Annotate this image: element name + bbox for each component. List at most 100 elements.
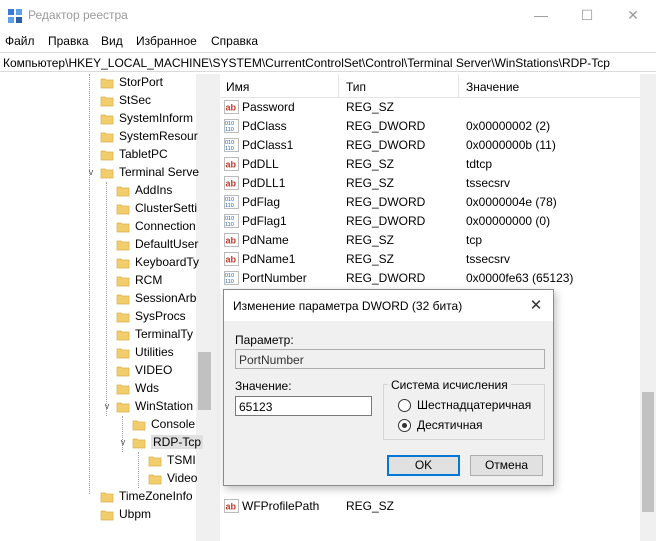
tree-item[interactable]: AddIns (0, 182, 195, 200)
menu-help[interactable]: Справка (211, 34, 258, 48)
tree-item[interactable]: TerminalTy (0, 326, 195, 344)
tree-item[interactable]: Ubpm (0, 506, 195, 524)
value-row[interactable]: ab PdName REG_SZ tcp (220, 231, 640, 250)
value-row[interactable]: 010 110 PortNumber REG_DWORD 0x0000fe63 (651… (220, 269, 640, 288)
tree-item[interactable]: v Terminal Serve (0, 164, 199, 182)
value-row[interactable]: 010 110 PdFlag1 REG_DWORD 0x00000000 (0) (220, 212, 640, 231)
tree-item[interactable]: v WinStation (0, 398, 195, 416)
tree-item-label[interactable]: TabletPC (119, 147, 168, 161)
tree-item[interactable]: Connection (0, 218, 196, 236)
menu-file[interactable]: Файл (5, 34, 35, 48)
value-name: PdFlag1 (242, 214, 287, 228)
column-header-name[interactable]: Имя (226, 80, 249, 94)
tree-item[interactable]: SystemResour (0, 128, 198, 146)
value-row[interactable]: 010 110 PdClass1 REG_DWORD 0x0000000b (11) (220, 136, 640, 155)
tree-item[interactable]: v RDP-Tcp (0, 434, 204, 452)
tree-item-label[interactable]: Ubpm (119, 507, 151, 521)
pane-splitter[interactable] (213, 74, 220, 541)
close-button[interactable]: ✕ (610, 0, 656, 31)
tree-item-label[interactable]: DefaultUser (135, 237, 198, 251)
tree-item-label[interactable]: Utilities (135, 345, 174, 359)
address-path[interactable]: Компьютер\HKEY_LOCAL_MACHINE\SYSTEM\Curr… (3, 56, 610, 70)
tree-item-label[interactable]: AddIns (135, 183, 172, 197)
tree-item[interactable]: VIDEO (0, 362, 195, 380)
address-bar[interactable]: Компьютер\HKEY_LOCAL_MACHINE\SYSTEM\Curr… (0, 52, 656, 72)
string-value-icon: ab (224, 233, 239, 247)
value-type: REG_DWORD (346, 195, 426, 209)
value-row[interactable]: 010 110 PdClass REG_DWORD 0x00000002 (2) (220, 117, 640, 136)
folder-icon (116, 348, 130, 359)
tree-item[interactable]: KeyboardTy (0, 254, 199, 272)
tree-item[interactable]: Video (0, 470, 197, 488)
tree-item[interactable]: StorPort (0, 74, 195, 92)
tree-item-label[interactable]: ClusterSetti (135, 201, 197, 215)
minimize-button[interactable]: — (518, 0, 564, 31)
list-scrollbar[interactable] (640, 74, 656, 541)
tree-item[interactable]: TimeZoneInfo (0, 488, 195, 506)
tree-item[interactable]: DefaultUser (0, 236, 198, 254)
tree-item-label[interactable]: StorPort (119, 75, 163, 89)
decimal-radio-label[interactable]: Десятичная (417, 418, 483, 432)
value-name-field: PortNumber (235, 349, 545, 369)
value-row[interactable]: ab PdDLL1 REG_SZ tssecsrv (220, 174, 640, 193)
tree-item-label[interactable]: Connection (135, 219, 196, 233)
tree-item[interactable]: SystemInform (0, 110, 195, 128)
svg-text:ab: ab (226, 179, 237, 189)
tree-item-label[interactable]: WinStation (135, 399, 193, 413)
column-separator[interactable] (458, 74, 459, 98)
maximize-button[interactable]: ☐ (564, 0, 610, 31)
tree-expander-icon[interactable]: v (102, 401, 112, 411)
value-data-input[interactable]: 65123 (235, 396, 372, 416)
ok-button[interactable]: OK (387, 455, 460, 476)
tree-item-label[interactable]: Console (151, 417, 195, 431)
tree-item-label[interactable]: KeyboardTy (135, 255, 199, 269)
tree-scrollbar-thumb[interactable] (198, 352, 211, 410)
tree-item-label[interactable]: Terminal Serve (119, 165, 199, 179)
tree-item[interactable]: SessionArb (0, 290, 196, 308)
tree-item-label[interactable]: VIDEO (135, 363, 172, 377)
value-row[interactable]: ab WFProfilePath REG_SZ (220, 497, 640, 516)
tree-item-label[interactable]: SystemInform (119, 111, 193, 125)
tree-scrollbar[interactable] (196, 74, 213, 541)
tree-item[interactable]: StSec (0, 92, 195, 110)
hex-radio-label[interactable]: Шестнадцатеричная (417, 398, 531, 412)
tree-item-label[interactable]: TSMI (167, 453, 196, 467)
tree-item-label[interactable]: TerminalTy (135, 327, 193, 341)
value-row[interactable]: ab Password REG_SZ (220, 98, 640, 117)
tree-item-label[interactable]: SysProcs (135, 309, 186, 323)
tree-item[interactable]: ClusterSetti (0, 200, 197, 218)
cancel-button[interactable]: Отмена (470, 455, 543, 476)
tree-item[interactable]: SysProcs (0, 308, 195, 326)
tree-item[interactable]: RCM (0, 272, 195, 290)
tree-expander-icon[interactable]: v (86, 167, 96, 177)
column-separator[interactable] (338, 74, 339, 98)
value-row[interactable]: ab PdName1 REG_SZ tssecsrv (220, 250, 640, 269)
tree-item[interactable]: Console (0, 416, 195, 434)
value-data: 0x0000004e (78) (466, 195, 557, 209)
tree-item[interactable]: TSMI (0, 452, 196, 470)
tree-item-label[interactable]: RDP-Tcp (151, 435, 204, 449)
tree-item[interactable]: TabletPC (0, 146, 195, 164)
tree-expander-icon[interactable]: v (118, 437, 128, 447)
value-row[interactable]: 010 110 PdFlag REG_DWORD 0x0000004e (78) (220, 193, 640, 212)
tree-item-label[interactable]: StSec (119, 93, 151, 107)
dialog-close-icon[interactable]: ✕ (525, 295, 547, 317)
decimal-radio[interactable] (398, 419, 411, 432)
hex-radio[interactable] (398, 399, 411, 412)
tree-item-label[interactable]: RCM (135, 273, 162, 287)
column-header-value[interactable]: Значение (466, 80, 519, 94)
column-header-type[interactable]: Тип (346, 80, 366, 94)
value-name: PdDLL1 (242, 176, 286, 190)
tree-item-label[interactable]: SessionArb (135, 291, 196, 305)
menu-favorites[interactable]: Избранное (136, 34, 197, 48)
list-scrollbar-thumb[interactable] (642, 392, 654, 512)
tree-item-label[interactable]: Video (167, 471, 197, 485)
tree-item-label[interactable]: Wds (135, 381, 159, 395)
tree-item[interactable]: Utilities (0, 344, 195, 362)
tree-item-label[interactable]: SystemResour (119, 129, 198, 143)
tree-item[interactable]: Wds (0, 380, 195, 398)
tree-item-label[interactable]: TimeZoneInfo (119, 489, 193, 503)
menu-edit[interactable]: Правка (48, 34, 89, 48)
menu-view[interactable]: Вид (101, 34, 123, 48)
value-row[interactable]: ab PdDLL REG_SZ tdtcp (220, 155, 640, 174)
